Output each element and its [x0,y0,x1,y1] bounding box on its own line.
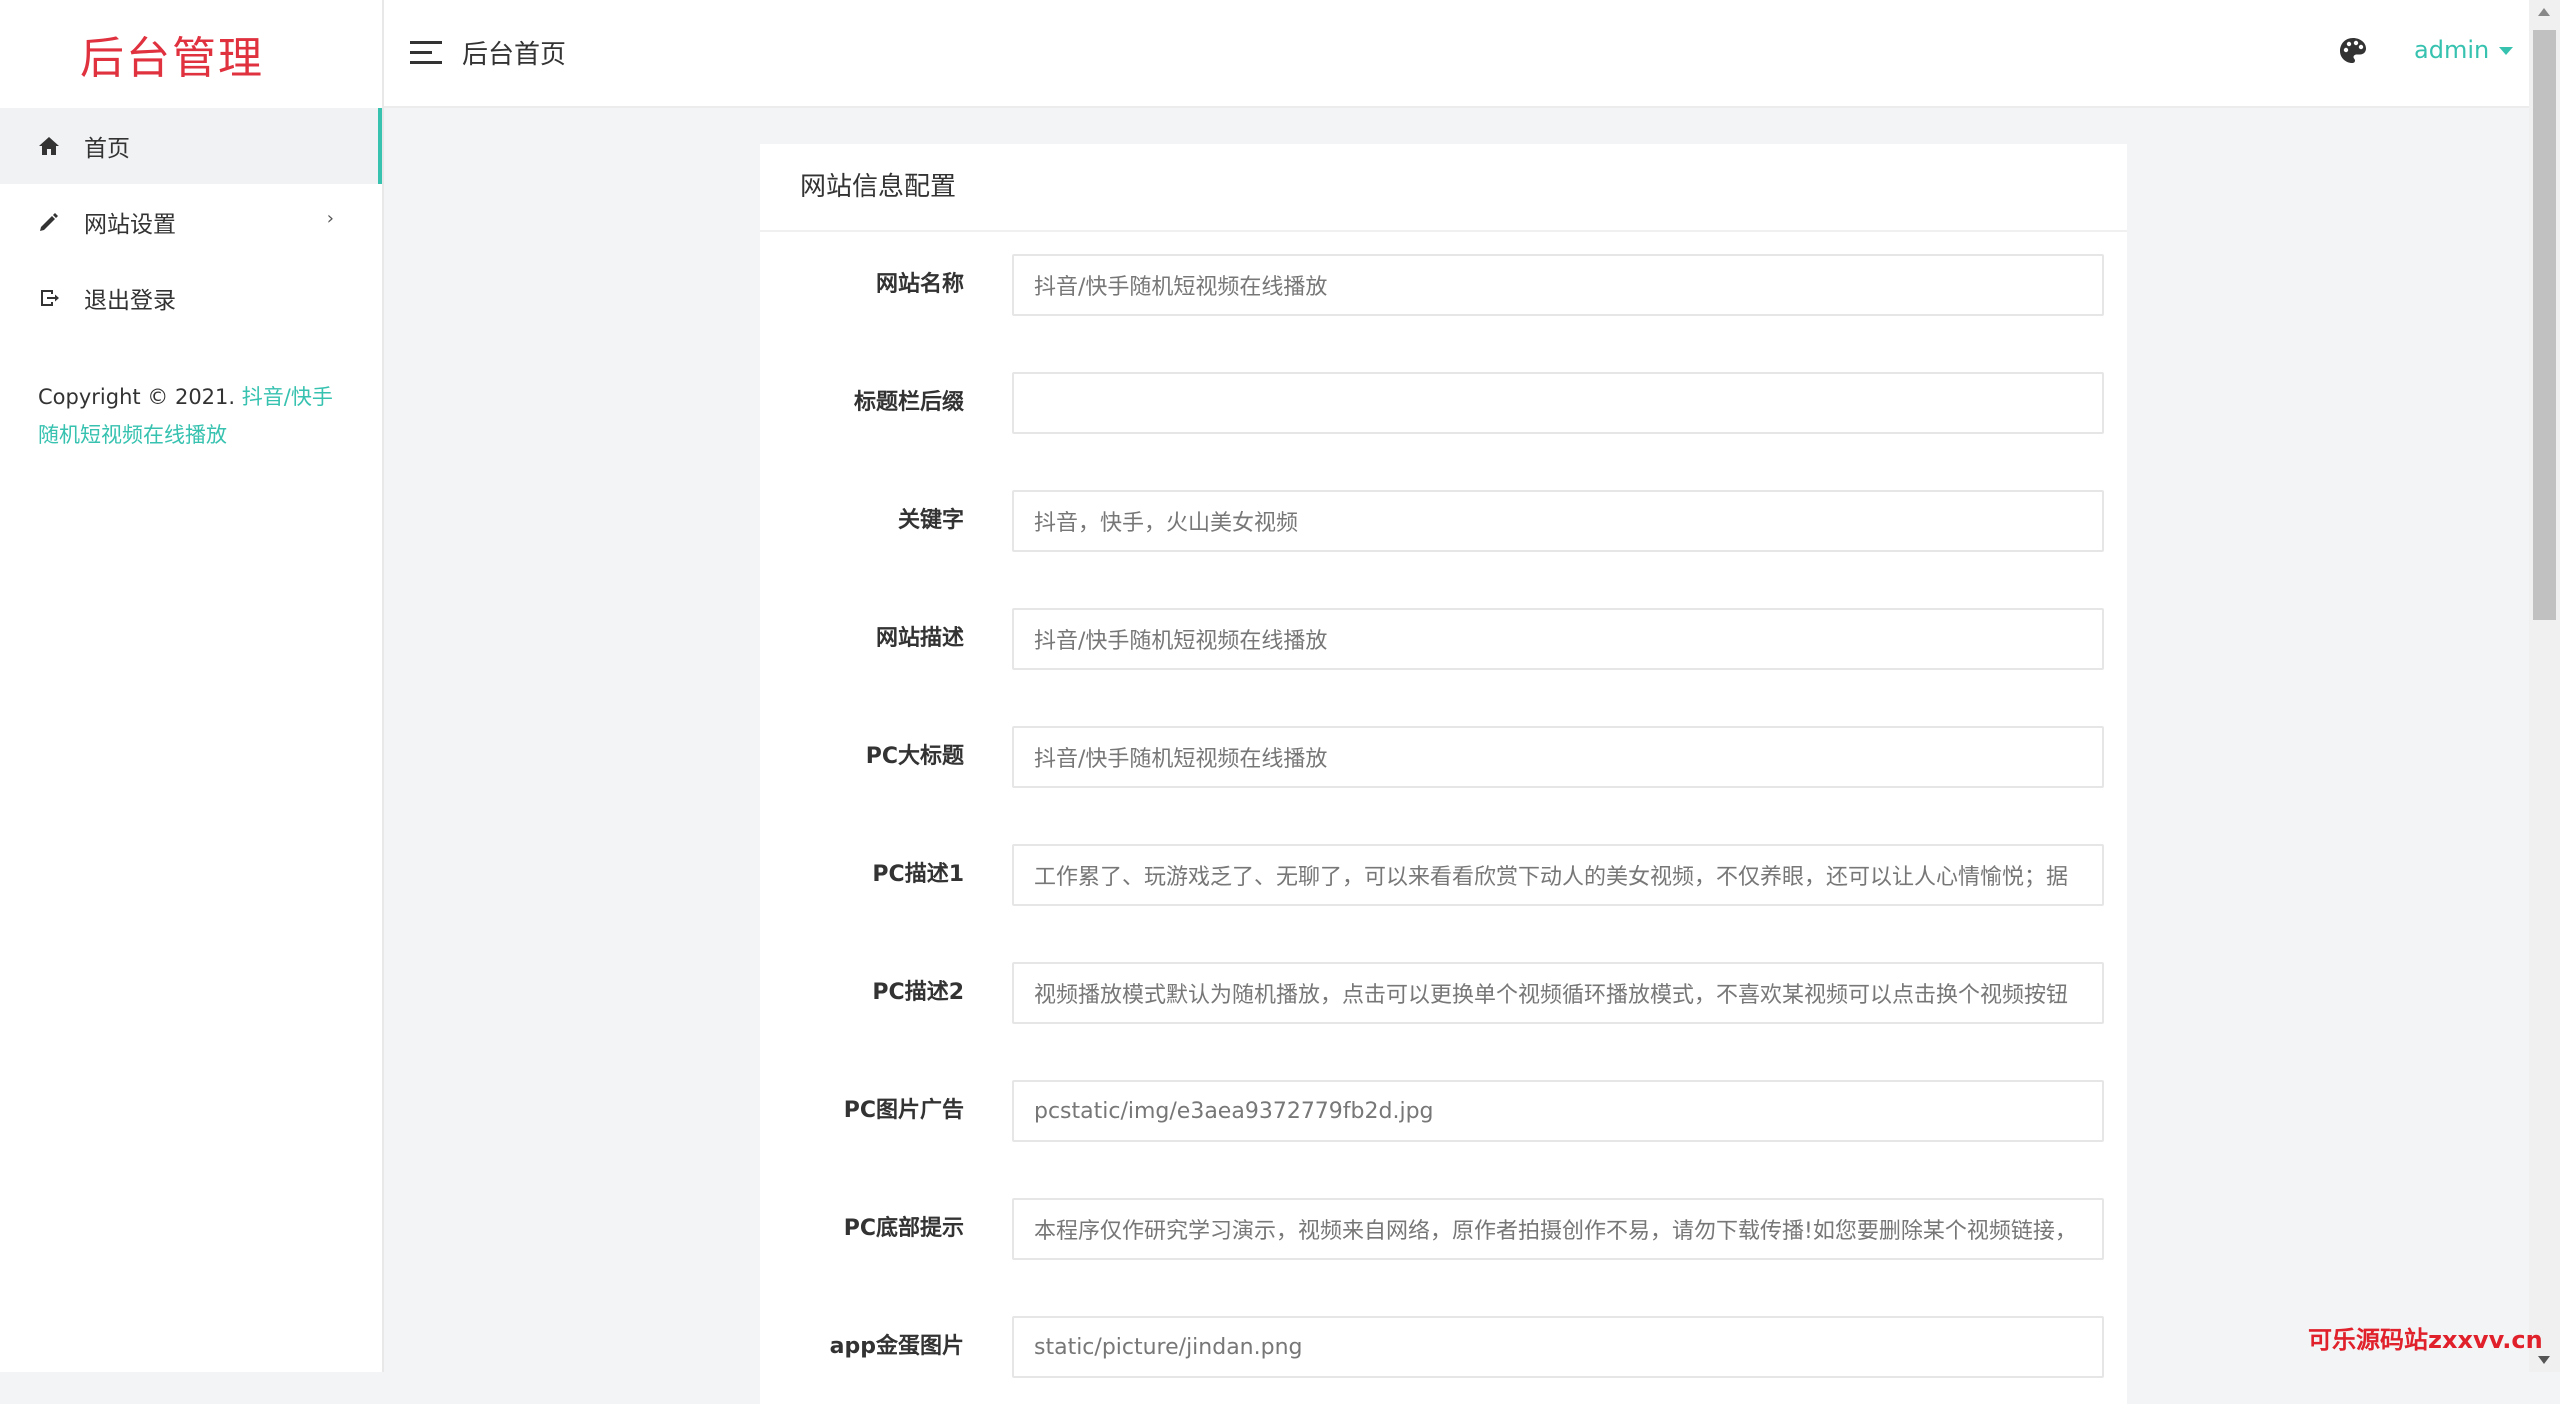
field-label: PC图片广告 [843,1098,964,1123]
palette-icon[interactable] [2338,36,2370,68]
sidebar-item-label: 网站设置 [84,212,176,238]
field-label: app金蛋图片 [829,1334,964,1359]
watermark: 可乐源码站zxxvv.cn [2308,1326,2543,1354]
chevron-right-icon: › [326,208,334,229]
home-icon [36,133,62,159]
form-row-pc-title: PC大标题 [760,726,2127,788]
pc-desc-2-input[interactable] [1012,962,2104,1024]
pc-image-ad-input[interactable] [1012,1080,2104,1142]
pc-footer-tip-input[interactable] [1012,1198,2104,1260]
form-row-pc-desc-2: PC描述2 [760,962,2127,1024]
sidebar-item-home[interactable]: 首页 [0,108,382,184]
site-config-panel: 网站信息配置 网站名称 标题栏后缀 关键字 网站描述 PC大标题 PC描述1 P… [760,144,2127,1404]
field-label: PC描述2 [872,980,964,1005]
copyright: Copyright © 2021. 抖音/快手随机短视频在线播放 [0,336,382,454]
form-row-pc-image-ad: PC图片广告 [760,1080,2127,1142]
field-label: 关键字 [897,508,964,533]
keywords-input[interactable] [1012,490,2104,552]
username: admin [2414,36,2490,64]
scroll-thumb[interactable] [2533,30,2556,620]
scroll-up-arrow-icon[interactable] [2538,8,2550,16]
sidebar-item-logout[interactable]: 退出登录 [0,260,382,336]
form-row-keywords: 关键字 [760,490,2127,552]
form-row-app-golden-egg: app金蛋图片 [760,1316,2127,1378]
pencil-icon [36,209,62,235]
sidebar: 后台管理 首页 网站设置 › 退出登录 Copyright © 2021. 抖音… [0,0,384,1372]
pc-desc-1-input[interactable] [1012,844,2104,906]
field-label: 标题栏后缀 [853,390,964,415]
site-description-input[interactable] [1012,608,2104,670]
page-title: 后台首页 [462,40,567,70]
top-bar: 后台首页 admin [384,0,2529,108]
field-label: PC大标题 [865,744,964,769]
user-menu[interactable]: admin [2414,36,2514,64]
field-label: 网站描述 [875,626,964,651]
field-label: PC底部提示 [843,1216,964,1241]
form-row-title-suffix: 标题栏后缀 [760,372,2127,434]
sidebar-item-site-settings[interactable]: 网站设置 › [0,184,382,260]
caret-down-icon [2499,47,2514,55]
copyright-text: Copyright © 2021. [38,385,242,409]
title-suffix-input[interactable] [1012,372,2104,434]
field-label: PC描述1 [872,862,964,887]
menu-toggle-icon[interactable] [410,38,444,68]
panel-title: 网站信息配置 [760,144,2127,232]
scrollbar[interactable] [2529,0,2560,1372]
form-row-site-description: 网站描述 [760,608,2127,670]
sidebar-item-label: 退出登录 [84,288,176,314]
app-golden-egg-input[interactable] [1012,1316,2104,1378]
form-row-site-name: 网站名称 [760,254,2127,316]
site-name-input[interactable] [1012,254,2104,316]
scroll-down-arrow-icon[interactable] [2538,1356,2550,1364]
field-label: 网站名称 [875,272,964,297]
form-row-pc-footer-tip: PC底部提示 [760,1198,2127,1260]
pc-title-input[interactable] [1012,726,2104,788]
sidebar-item-label: 首页 [84,136,130,162]
logo: 后台管理 [80,33,264,84]
logout-icon [36,285,62,311]
form-row-pc-desc-1: PC描述1 [760,844,2127,906]
